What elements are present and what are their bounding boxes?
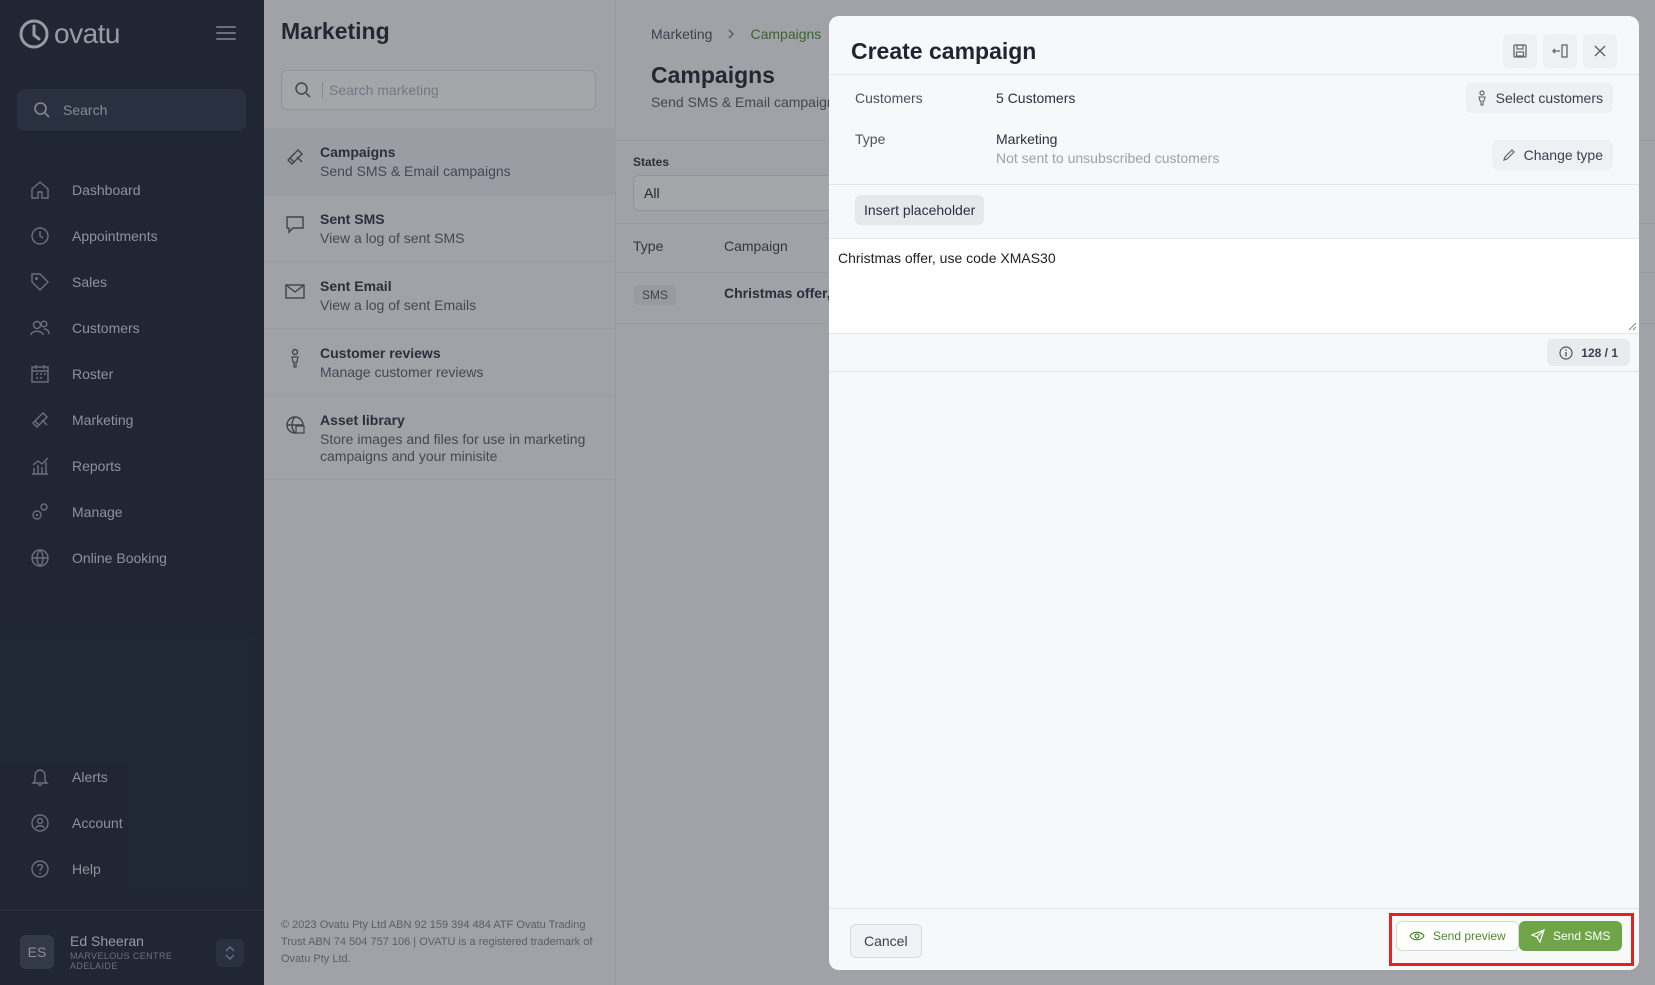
divider: [829, 184, 1639, 185]
character-counter: 128 / 1: [1547, 339, 1630, 366]
send-sms-label: Send SMS: [1553, 929, 1611, 943]
person-icon: [1477, 90, 1486, 106]
insert-placeholder-button[interactable]: Insert placeholder: [855, 195, 985, 225]
collapse-panel-icon[interactable]: [1543, 34, 1577, 68]
type-value: Marketing: [996, 131, 1058, 147]
info-icon: [1559, 345, 1573, 360]
pencil-icon: [1502, 149, 1515, 161]
save-icon[interactable]: [1503, 34, 1537, 68]
close-icon[interactable]: [1583, 34, 1617, 68]
send-sms-button[interactable]: Send SMS: [1519, 921, 1623, 951]
select-customers-button[interactable]: Select customers: [1465, 83, 1613, 113]
change-type-label: Change type: [1523, 147, 1603, 163]
resize-handle-icon[interactable]: [1627, 321, 1637, 331]
message-editor[interactable]: Christmas offer, use code XMAS30: [829, 238, 1639, 334]
type-note: Not sent to unsubscribed customers: [996, 150, 1220, 166]
divider: [829, 371, 1639, 372]
eye-icon: [1409, 931, 1425, 941]
customers-label: Customers: [855, 90, 923, 106]
paper-plane-icon: [1531, 929, 1545, 943]
change-type-button[interactable]: Change type: [1491, 140, 1613, 170]
divider: [829, 74, 1639, 75]
character-count: 128 / 1: [1581, 345, 1618, 360]
send-preview-button[interactable]: Send preview: [1396, 921, 1519, 951]
select-customers-label: Select customers: [1495, 90, 1603, 106]
type-label: Type: [855, 131, 886, 147]
cancel-button[interactable]: Cancel: [850, 924, 922, 958]
modal-title: Create campaign: [851, 38, 1037, 64]
modal-footer: Cancel Send preview Send SMS: [829, 908, 1639, 970]
message-input[interactable]: Christmas offer, use code XMAS30: [829, 239, 1639, 333]
create-campaign-modal: Create campaign Customers 5 Customers Se…: [829, 16, 1639, 970]
modal-toolbar: [1503, 34, 1617, 68]
customers-value: 5 Customers: [996, 90, 1076, 106]
send-preview-label: Send preview: [1433, 929, 1506, 943]
